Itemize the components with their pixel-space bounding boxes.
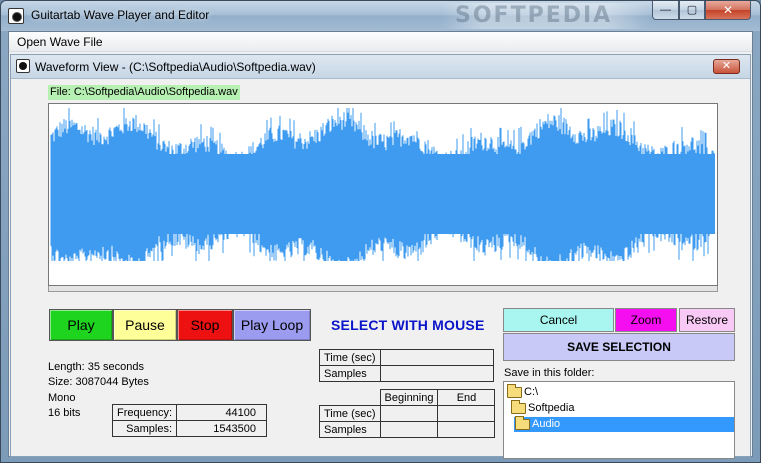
file-path-label: File: C:\Softpedia\Audio\Softpedia.wav xyxy=(48,85,240,100)
frequency-label: Frequency: xyxy=(111,404,178,421)
stop-button[interactable]: Stop xyxy=(177,309,233,341)
waveform-view-title-bar[interactable]: Waveform View - (C:\Softpedia\Audio\Soft… xyxy=(11,55,750,79)
menu-open-wave-file[interactable]: Open Wave File xyxy=(17,35,103,49)
menu-bar: Open Wave File xyxy=(9,32,752,52)
cancel-selection-button[interactable]: Cancel xyxy=(503,308,614,332)
waveform-display[interactable] xyxy=(48,103,718,286)
pause-button[interactable]: Pause xyxy=(113,309,177,341)
save-selection-button[interactable]: SAVE SELECTION xyxy=(503,333,735,361)
tree-item-label: Audio xyxy=(532,418,561,430)
waveform-view-window: Waveform View - (C:\Softpedia\Audio\Soft… xyxy=(10,54,751,459)
selection-time-label: Time (sec) xyxy=(319,349,381,366)
main-window: Guitartab Wave Player and Editor SOFTPED… xyxy=(0,0,761,463)
tree-item-label: Softpedia xyxy=(528,402,575,414)
waveform-view-title: Waveform View - (C:\Softpedia\Audio\Soft… xyxy=(35,60,316,74)
beginning-header: Beginning xyxy=(379,389,439,406)
minimize-button[interactable]: — xyxy=(652,1,679,20)
save-folder-label: Save in this folder: xyxy=(504,367,595,379)
close-button[interactable]: ✕ xyxy=(705,1,751,20)
play-button[interactable]: Play xyxy=(49,309,113,341)
play-loop-button[interactable]: Play Loop xyxy=(233,309,311,341)
range-corner xyxy=(320,390,381,406)
range-table: Beginning End Time (sec) Samples xyxy=(319,389,496,438)
range-samples-label: Samples xyxy=(319,421,381,438)
tree-item-softpedia[interactable]: Softpedia xyxy=(510,400,575,416)
child-app-icon xyxy=(16,59,30,73)
folder-icon xyxy=(507,384,522,398)
range-time-label: Time (sec) xyxy=(319,405,381,422)
folder-tree[interactable]: C:\ Softpedia Audio xyxy=(503,381,735,459)
end-header: End xyxy=(437,389,496,406)
selection-time-value xyxy=(379,349,494,366)
channels-info: Mono xyxy=(48,392,76,404)
waveform-core xyxy=(51,154,715,234)
bits-info: 16 bits xyxy=(48,407,81,419)
waveform-graph[interactable] xyxy=(49,104,717,285)
client-area: Open Wave File Waveform View - (C:\Softp… xyxy=(8,31,753,459)
child-close-button[interactable]: ✕ xyxy=(713,59,740,74)
selection-samples-value xyxy=(379,365,494,382)
selection-table: Time (sec) Samples xyxy=(319,349,494,382)
size-info: Size: 3087044 Bytes xyxy=(48,376,149,388)
folder-open-icon xyxy=(515,416,530,430)
select-with-mouse-hint: SELECT WITH MOUSE xyxy=(331,317,485,333)
waveform-scrollbar[interactable] xyxy=(48,286,718,292)
folder-icon xyxy=(511,400,526,414)
zoom-button[interactable]: Zoom xyxy=(615,308,677,332)
tree-item-audio[interactable]: Audio xyxy=(514,416,734,432)
window-title: Guitartab Wave Player and Editor xyxy=(31,8,210,22)
tree-item-c-drive[interactable]: C:\ xyxy=(506,384,539,400)
tree-item-label: C:\ xyxy=(524,386,539,398)
restore-button[interactable]: Restore xyxy=(679,308,735,332)
range-time-end xyxy=(437,405,496,422)
range-samples-end xyxy=(437,421,496,438)
range-samples-beginning xyxy=(379,421,439,438)
maximize-button[interactable]: ▢ xyxy=(679,1,705,20)
watermark-logo: SOFTPEDIA xyxy=(441,3,651,29)
range-time-beginning xyxy=(379,405,439,422)
title-bar[interactable]: Guitartab Wave Player and Editor SOFTPED… xyxy=(1,1,760,31)
app-icon[interactable] xyxy=(8,8,24,24)
length-info: Length: 35 seconds xyxy=(48,361,145,373)
selection-samples-label: Samples xyxy=(319,365,381,382)
samples-value: 1543500 xyxy=(176,420,268,437)
format-table: Frequency: 44100 Samples: 1543500 xyxy=(111,404,268,437)
samples-label: Samples: xyxy=(111,420,178,437)
frequency-value: 44100 xyxy=(176,404,268,421)
